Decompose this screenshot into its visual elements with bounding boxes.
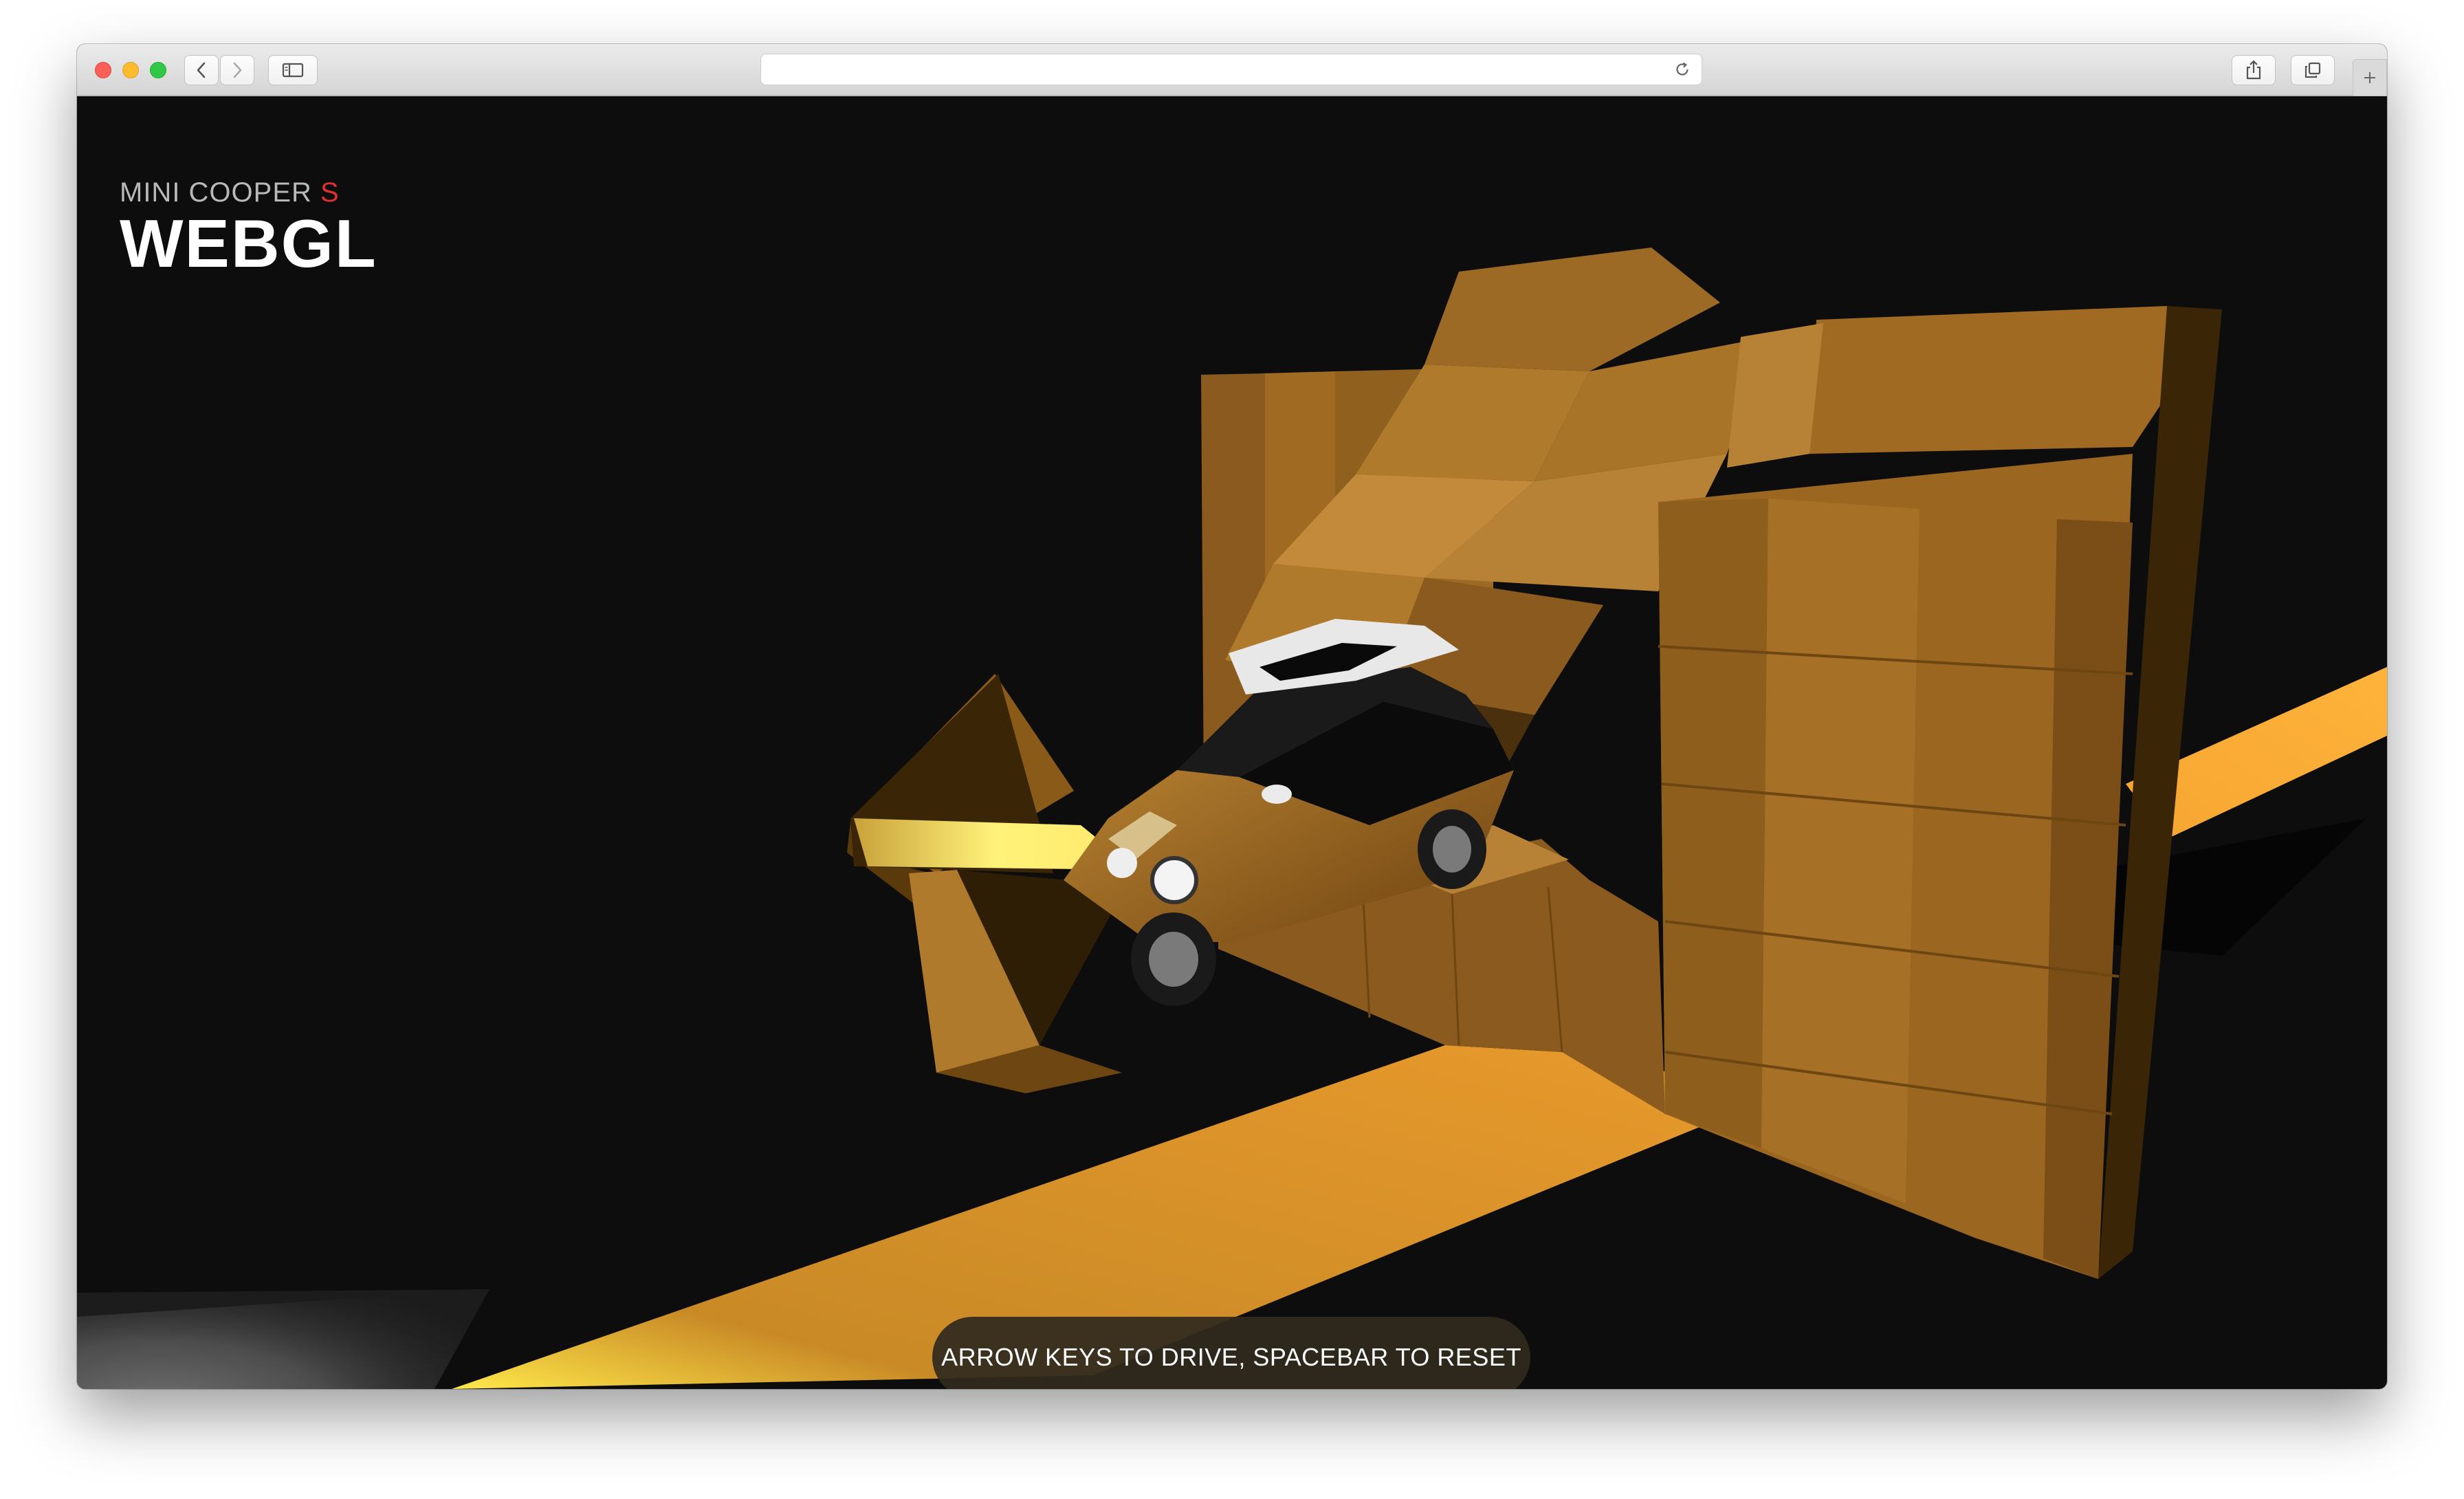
controls-hint: ARROW KEYS TO DRIVE, SPACEBAR TO RESET — [932, 1317, 1530, 1389]
reload-icon[interactable] — [1674, 61, 1691, 78]
back-button[interactable] — [184, 55, 219, 85]
logo-model-prefix: MINI COOPER — [120, 177, 312, 208]
forward-button[interactable] — [220, 55, 254, 85]
logo: MINI COOPER S WEBGL — [120, 177, 377, 279]
address-bar[interactable] — [760, 54, 1702, 85]
chevron-right-icon — [233, 62, 242, 78]
logo-subtitle: MINI COOPER S — [120, 177, 377, 208]
webgl-scene-render — [77, 248, 2387, 1389]
browser-toolbar — [77, 44, 2387, 96]
sidebar-icon — [282, 63, 304, 78]
logo-title: WEBGL — [120, 206, 377, 281]
right-box-wall — [1658, 306, 2222, 1279]
logo-model-suffix: S — [320, 177, 340, 208]
tabs-icon — [2304, 62, 2321, 78]
share-button[interactable] — [2232, 55, 2276, 85]
browser-window: MINI COOPER S WEBGL ARROW KEYS TO DRIVE,… — [77, 44, 2387, 1389]
tabs-overview-button[interactable] — [2291, 55, 2335, 85]
floor-shadow-slab — [77, 1289, 490, 1389]
webgl-canvas[interactable]: MINI COOPER S WEBGL ARROW KEYS TO DRIVE,… — [77, 96, 2387, 1389]
sidebar-button[interactable] — [268, 55, 318, 85]
minimize-window-button[interactable] — [122, 62, 139, 78]
plus-icon — [2364, 72, 2375, 83]
zoom-window-button[interactable] — [150, 62, 166, 78]
chevron-left-icon — [197, 62, 206, 78]
share-icon — [2246, 60, 2261, 80]
new-tab-button[interactable] — [2353, 59, 2387, 96]
close-window-button[interactable] — [95, 62, 111, 78]
